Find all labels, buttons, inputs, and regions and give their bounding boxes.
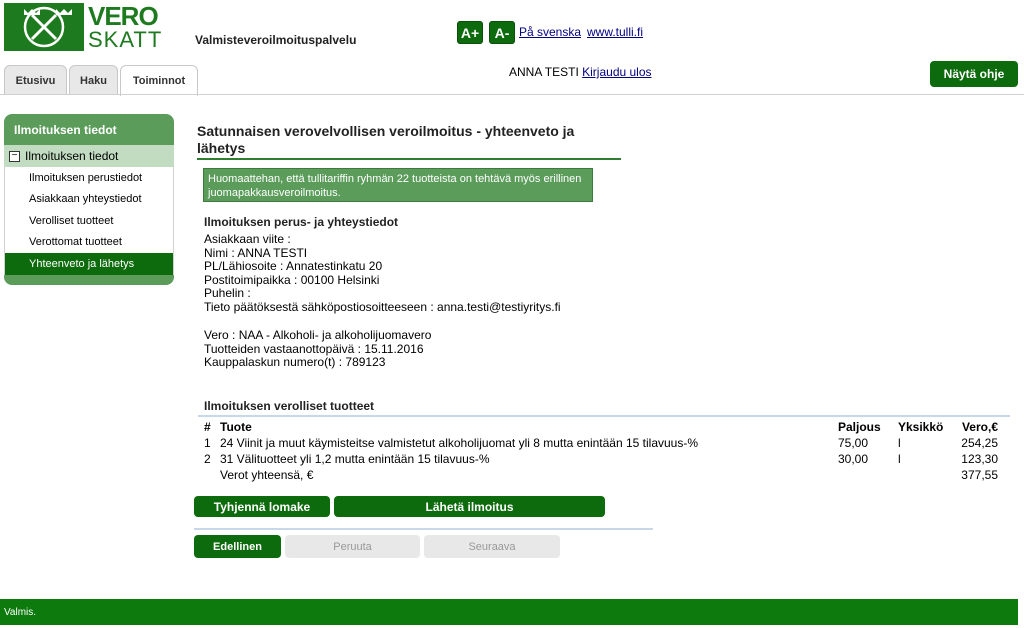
sidebar-group-label: Ilmoituksen tiedot <box>25 149 119 163</box>
info-line-receipt-date: Tuotteiden vastaanottopäivä : 15.11.2016 <box>204 341 424 356</box>
notice-box: Huomaattehan, että tullitariffin ryhmän … <box>203 168 593 202</box>
header-unit: Yksikkö <box>898 420 944 434</box>
row-quantity: 30,00 <box>838 452 869 466</box>
basic-info-block: Asiakkaan viite : Nimi : ANNA TESTI PL/L… <box>204 232 561 314</box>
header-num: # <box>204 420 211 434</box>
tax-info-block: Vero : NAA - Alkoholi- ja alkoholijuomav… <box>204 328 432 370</box>
table-header-row: # Tuote Paljous Yksikkö Vero,€ <box>204 418 998 435</box>
products-divider <box>198 415 1010 417</box>
status-bar: Valmis. <box>0 599 1018 625</box>
button-divider <box>194 528 653 530</box>
swedish-language-link[interactable]: På svenska <box>519 25 581 39</box>
sidebar-item-verottomat[interactable]: Verottomat tuotteet <box>5 232 173 254</box>
header-quantity: Paljous <box>838 420 881 434</box>
clear-form-button[interactable]: Tyhjennä lomake <box>194 496 330 517</box>
info-line-address: PL/Lähiosoite : Annatestinkatu 20 <box>204 259 383 273</box>
tab-haku[interactable]: Haku <box>69 65 118 95</box>
row-product: 31 Välituotteet yli 1,2 mutta enintään 1… <box>220 452 490 466</box>
row-unit: l <box>898 452 901 466</box>
send-report-button[interactable]: Lähetä ilmoitus <box>334 496 605 517</box>
sidebar-item-verolliset[interactable]: Verolliset tuotteet <box>5 210 173 232</box>
total-value: 377,55 <box>961 468 998 482</box>
cancel-button[interactable]: Peruuta <box>285 535 420 558</box>
tulli-site-link[interactable]: www.tulli.fi <box>587 25 643 39</box>
show-help-button[interactable]: Näytä ohje <box>930 61 1018 87</box>
info-line-postal: Postitoimipaikka : 00100 Helsinki <box>204 272 380 287</box>
tab-etusivu[interactable]: Etusivu <box>4 65 67 95</box>
info-line-name: Nimi : ANNA TESTI <box>204 245 308 260</box>
logo-skatt-text: SKATT <box>88 27 163 52</box>
main-tabs: Etusivu Haku Toiminnot <box>4 65 200 96</box>
table-total-row: Verot yhteensä, € 377,55 <box>204 467 998 483</box>
info-line-phone: Puhelin : <box>204 286 251 300</box>
header-tax: Vero,€ <box>961 420 998 434</box>
page-title: Satunnaisen verovelvollisen veroilmoitus… <box>197 123 575 156</box>
sidebar-group[interactable]: − Ilmoituksen tiedot <box>4 145 174 167</box>
user-area: ANNA TESTI Kirjaudu ulos <box>509 65 652 79</box>
sidebar-footer <box>4 274 174 285</box>
next-button[interactable]: Seuraava <box>424 535 560 558</box>
table-row: 2 31 Välituotteet yli 1,2 mutta enintään… <box>204 451 998 467</box>
info-line-invoice: Kauppalaskun numero(t) : 789123 <box>204 355 386 369</box>
row-tax: 123,30 <box>961 452 998 466</box>
user-name: ANNA TESTI <box>509 65 579 79</box>
products-table: # Tuote Paljous Yksikkö Vero,€ 1 24 Viin… <box>204 418 998 483</box>
sidebar-item-yhteystiedot[interactable]: Asiakkaan yhteystiedot <box>5 189 173 211</box>
table-row: 1 24 Viinit ja muut käymisteitse valmist… <box>204 435 998 451</box>
row-num: 1 <box>204 436 211 450</box>
info-line-reference: Asiakkaan viite : <box>204 232 291 246</box>
sidebar-item-yhteenveto[interactable]: Yhteenveto ja lähetys <box>5 253 173 275</box>
row-unit: l <box>898 436 901 450</box>
basic-info-heading: Ilmoituksen perus- ja yhteystiedot <box>204 215 399 229</box>
logo-vero-text: VERO <box>88 1 159 31</box>
sidebar-header: Ilmoituksen tiedot <box>4 114 174 145</box>
info-line-email: Tieto päätöksestä sähköpostiosoitteeseen… <box>204 299 561 314</box>
increase-font-button[interactable]: A+ <box>457 21 483 44</box>
service-name: Valmisteveroilmoituspalvelu <box>195 33 357 47</box>
header-product: Tuote <box>220 420 252 434</box>
tab-toiminnot[interactable]: Toiminnot <box>120 65 198 96</box>
tax-emblem-icon <box>4 3 84 51</box>
total-label: Verot yhteensä, € <box>220 468 314 482</box>
vero-logo: VERO SKATT <box>4 3 161 51</box>
collapse-icon[interactable]: − <box>9 150 20 162</box>
title-divider <box>197 158 621 160</box>
logout-link[interactable]: Kirjaudu ulos <box>582 65 651 79</box>
info-line-tax: Vero : NAA - Alkoholi- ja alkoholijuomav… <box>204 328 432 342</box>
row-quantity: 75,00 <box>838 436 869 450</box>
row-tax: 254,25 <box>961 436 998 450</box>
products-heading: Ilmoituksen verolliset tuotteet <box>204 399 375 413</box>
row-num: 2 <box>204 452 211 466</box>
previous-button[interactable]: Edellinen <box>194 535 281 558</box>
row-product: 24 Viinit ja muut käymisteitse valmistet… <box>220 436 699 450</box>
sidebar-item-perustiedot[interactable]: Ilmoituksen perustiedot <box>5 167 173 189</box>
sidebar: Ilmoituksen tiedot − Ilmoituksen tiedot … <box>4 114 174 285</box>
tab-divider <box>0 94 1024 95</box>
decrease-font-button[interactable]: A- <box>489 21 515 44</box>
